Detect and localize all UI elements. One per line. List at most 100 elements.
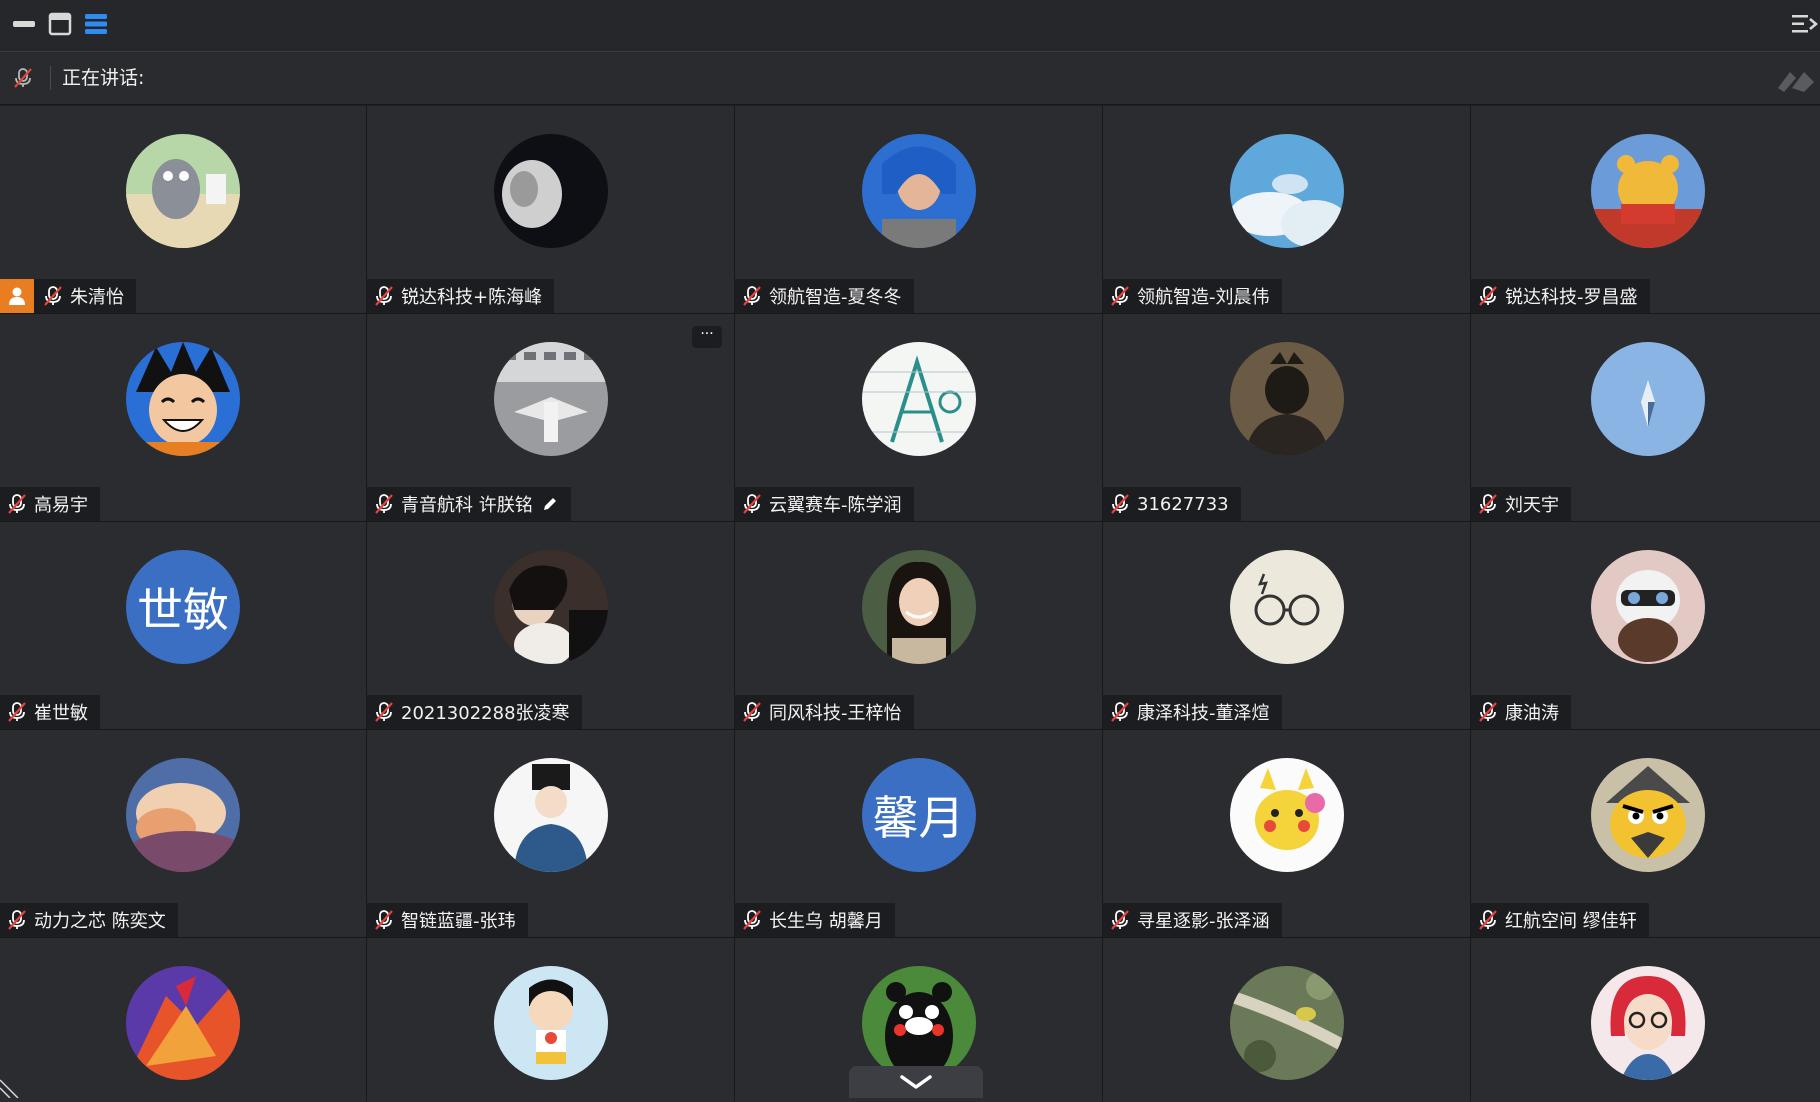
mic-muted-icon [743,494,761,514]
mic-muted-icon [1111,910,1129,930]
mic-muted-icon [1479,286,1497,306]
mic-muted-icon [743,286,761,306]
participant-tile[interactable]: 锐达科技-罗昌盛 [1471,106,1820,313]
avatar [1229,758,1344,872]
participant-name: 云翼赛车-陈学润 [769,495,902,516]
mic-muted-icon [743,702,761,722]
avatar [1229,134,1344,248]
mic-muted-icon [743,910,761,930]
avatar [126,966,240,1080]
mic-muted-icon [375,702,393,722]
speaking-label: 正在讲话: [62,67,145,89]
participant-name: 同风科技-王梓怡 [769,703,902,724]
rename-pencil-icon[interactable] [541,495,559,513]
mic-muted-icon [1479,910,1497,930]
participant-name-tag: 刘天宇 [1471,487,1571,521]
avatar [861,550,976,664]
participant-name: 寻星逐影-张泽涵 [1137,911,1270,932]
mic-muted-icon [44,286,62,306]
participant-tile[interactable]: 世敏 崔世敏 [0,522,366,729]
participant-tile[interactable]: 康油涛 [1471,522,1820,729]
participant-tile[interactable]: 智链蓝疆-张玮 [367,730,734,937]
participant-name-tag: 云翼赛车-陈学润 [735,487,914,521]
avatar: 世敏 [126,550,240,664]
participant-name: 康泽科技-董泽煊 [1137,703,1270,724]
participant-tile[interactable]: 刘天宇 [1471,314,1820,521]
participant-tile[interactable]: 高易宇 [0,314,366,521]
participant-tile[interactable]: 馨月 长生乌 胡馨月 [735,730,1102,937]
participant-name-tag: 领航智造-夏冬冬 [735,279,914,313]
window-icon[interactable] [46,10,74,38]
participant-grid: 朱清怡 锐达科技+陈海峰 领航智造-夏冬冬 领航智造-刘晨伟 锐达科技-罗昌盛 … [0,106,1820,1102]
participant-name: 锐达科技+陈海峰 [401,287,543,308]
avatar [126,758,240,872]
avatar [861,966,976,1080]
participant-tile[interactable]: 云翼赛车-陈学润 [735,314,1102,521]
participant-name: 领航智造-夏冬冬 [769,287,902,308]
participant-name-tag: 2021302288张凌寒 [367,695,582,729]
participant-tile[interactable]: 朱清怡 [0,106,366,313]
participant-tile[interactable] [367,938,734,1102]
mic-muted-icon [375,494,393,514]
participant-tile[interactable]: 2021302288张凌寒 [367,522,734,729]
mic-muted-icon [1111,286,1129,306]
participant-tile[interactable]: 同风科技-王梓怡 [735,522,1102,729]
participant-name: 领航智造-刘晨伟 [1137,287,1270,308]
avatar [493,758,608,872]
resize-handle-icon[interactable] [0,1072,26,1098]
mic-muted-icon [1111,494,1129,514]
participant-tile[interactable]: ··· 青音航科 许朕铭 [367,314,734,521]
more-options-button[interactable]: ··· [692,326,722,348]
scroll-down-button[interactable] [849,1066,983,1098]
avatar [861,342,976,456]
avatar [1229,342,1344,456]
mic-muted-icon [14,68,32,88]
participant-name-tag: 长生乌 胡馨月 [735,903,895,937]
avatar [1590,758,1705,872]
participant-name-tag: 锐达科技+陈海峰 [367,279,555,313]
participant-tile[interactable] [1471,938,1820,1102]
participant-tile[interactable] [0,938,366,1102]
avatar [493,134,608,248]
participant-tile[interactable]: 动力之芯 陈奕文 [0,730,366,937]
participant-tile[interactable]: 寻星逐影-张泽涵 [1103,730,1470,937]
participant-tile[interactable]: 领航智造-刘晨伟 [1103,106,1470,313]
mic-muted-icon [375,910,393,930]
avatar [1590,550,1705,664]
participant-name: 青音航科 许朕铭 [401,495,533,516]
mic-muted-icon [1479,702,1497,722]
avatar [126,342,240,456]
avatar [126,134,240,248]
title-bar [0,0,1820,52]
participant-name-tag: 朱清怡 [0,279,136,313]
participant-tile[interactable]: 31627733 [1103,314,1470,521]
speaking-bar: 正在讲话: [0,52,1820,105]
avatar [1590,966,1705,1080]
signal-indicator-icon [1778,72,1814,92]
mic-muted-icon [8,702,26,722]
participant-tile[interactable] [1103,938,1470,1102]
avatar: 馨月 [861,758,976,872]
participant-tile[interactable]: 红航空间 缪佳轩 [1471,730,1820,937]
mic-muted-icon [8,910,26,930]
participant-name-tag: 康油涛 [1471,695,1571,729]
participant-name-tag: 高易宇 [0,487,100,521]
panel-collapse-icon[interactable] [1790,10,1818,38]
avatar [861,134,976,248]
participant-tile[interactable]: 锐达科技+陈海峰 [367,106,734,313]
participant-name: 红航空间 缪佳轩 [1505,911,1637,932]
mic-muted-icon [1111,702,1129,722]
participant-name-tag: 同风科技-王梓怡 [735,695,914,729]
participant-name: 长生乌 胡馨月 [769,911,883,932]
participant-name: 2021302288张凌寒 [401,703,570,724]
participant-tile[interactable]: 康泽科技-董泽煊 [1103,522,1470,729]
list-layout-icon[interactable] [82,10,110,38]
chevron-down-icon [900,1075,932,1089]
participant-name-tag: 崔世敏 [0,695,100,729]
avatar [1229,966,1344,1080]
participant-name-tag: 31627733 [1103,487,1241,521]
minimize-icon[interactable] [10,10,38,38]
participant-tile[interactable]: 领航智造-夏冬冬 [735,106,1102,313]
participant-name-tag: 青音航科 许朕铭 [367,487,571,521]
participant-name-tag: 康泽科技-董泽煊 [1103,695,1282,729]
